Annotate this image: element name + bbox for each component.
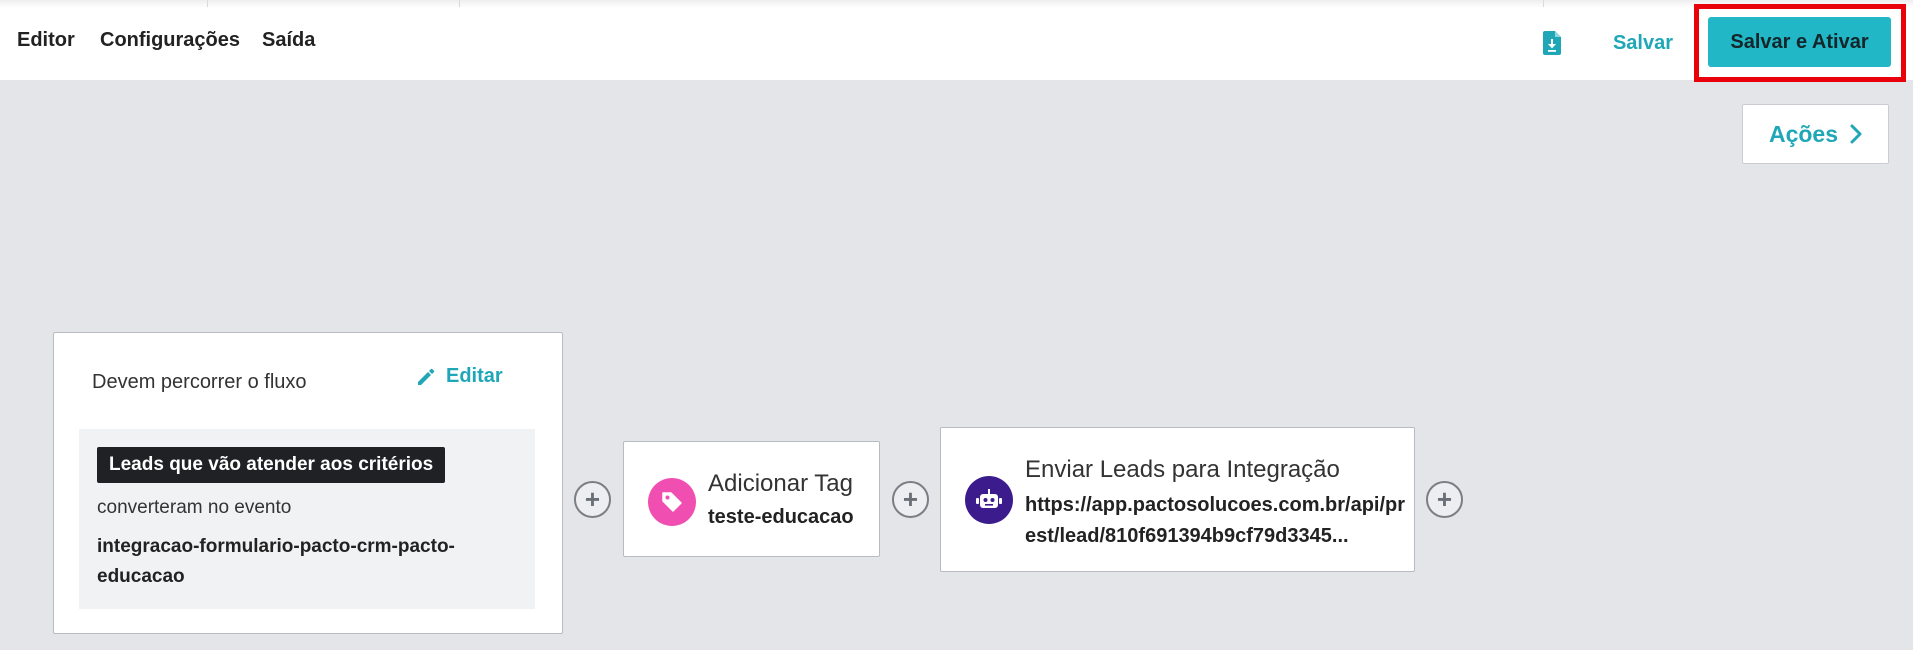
tag-card-value: teste-educacao: [708, 506, 854, 528]
nav-configuracoes[interactable]: Configurações: [100, 0, 240, 80]
add-step-button[interactable]: +: [1426, 481, 1463, 518]
edit-button[interactable]: Editar: [416, 365, 503, 388]
criteria-badge: Leads que vão atender aos critérios: [97, 447, 446, 483]
flow-entry-card: Devem percorrer o fluxo Editar Leads que…: [53, 332, 563, 634]
flow-card-title: Devem percorrer o fluxo: [92, 371, 307, 393]
add-step-button[interactable]: +: [574, 481, 611, 518]
event-name: integracao-formulario-pacto-crm-pacto-ed…: [97, 536, 455, 587]
add-step-button[interactable]: +: [892, 481, 929, 518]
nav-editor[interactable]: Editor: [17, 0, 75, 80]
add-tag-card[interactable]: Adicionar Tag teste-educacao: [623, 441, 880, 557]
top-bar-divider: [1543, 0, 1544, 7]
pencil-icon: [418, 368, 435, 385]
tag-card-title: Adicionar Tag: [708, 470, 853, 497]
integration-url: https://app.pactosolucoes.com.br/api/pre…: [1025, 494, 1406, 547]
plus-icon: +: [902, 483, 919, 514]
chevron-right-icon: [1850, 124, 1862, 144]
tag-icon: [648, 478, 696, 526]
save-button[interactable]: Salvar: [1600, 22, 1686, 64]
plus-icon: +: [584, 483, 601, 514]
criteria-description: converteram no evento: [97, 497, 292, 518]
save-and-activate-button[interactable]: Salvar e Ativar: [1708, 17, 1891, 67]
actions-button-label: Ações: [1768, 120, 1839, 147]
criteria-box: Leads que vão atender aos critérios conv…: [79, 429, 535, 609]
actions-button[interactable]: Ações: [1742, 104, 1889, 164]
robot-icon: [965, 476, 1013, 524]
edit-button-label: Editar: [446, 365, 503, 387]
top-bar-divider: [459, 0, 460, 7]
plus-icon: +: [1436, 483, 1453, 514]
nav-saida[interactable]: Saída: [262, 0, 315, 80]
file-download-icon[interactable]: [1543, 31, 1561, 55]
top-bar: Editor Configurações Saída Salvar: [0, 0, 1913, 80]
integration-card[interactable]: Enviar Leads para Integração https://app…: [940, 427, 1415, 572]
integration-card-title: Enviar Leads para Integração: [1025, 456, 1340, 483]
